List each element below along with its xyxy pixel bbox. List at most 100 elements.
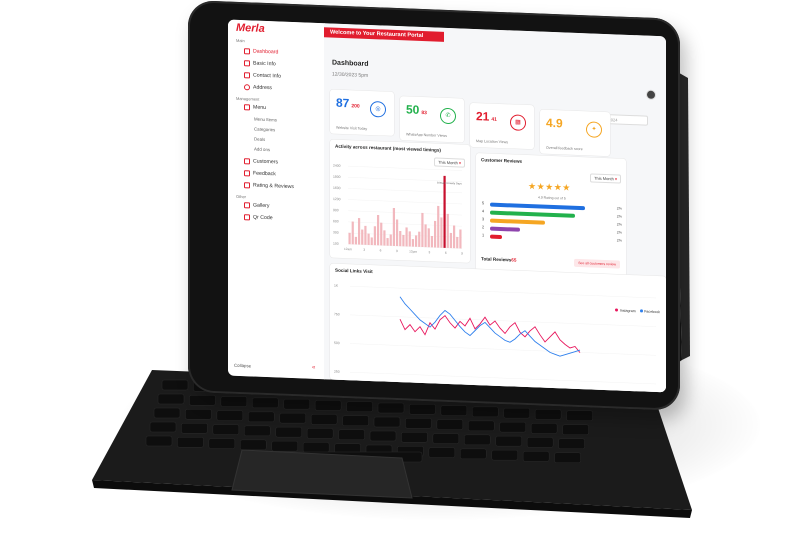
bar[interactable]: [414, 235, 418, 247]
info-icon: [244, 60, 250, 67]
total-reviews: Total Reviews65: [481, 256, 516, 262]
review-star-level: 2: [482, 225, 485, 230]
bar[interactable]: [367, 233, 370, 245]
keyboard-key: [149, 421, 177, 433]
menu-icon: [244, 104, 250, 111]
stat-card-website[interactable]: 87 200 ◎ Website Visit Today: [330, 89, 394, 136]
bar[interactable]: [421, 212, 424, 248]
sidebar-item-address[interactable]: Address: [244, 84, 272, 91]
bar[interactable]: [348, 232, 351, 245]
bar[interactable]: [424, 224, 427, 248]
sidebar-item-label: Dashboard: [253, 48, 279, 56]
bar[interactable]: [383, 230, 386, 246]
keyboard-key: [464, 434, 491, 446]
bar[interactable]: [452, 225, 456, 249]
bar[interactable]: [351, 221, 354, 245]
welcome-banner: Welcome to Your Restaurant Portal: [324, 27, 444, 42]
bar[interactable]: [408, 231, 411, 247]
keyboard-key: [338, 429, 365, 440]
y-tick-label: 900: [333, 208, 339, 212]
see-all-reviews-button[interactable]: See all customers review: [574, 258, 620, 269]
phone-icon: [244, 72, 250, 79]
keyboard-key: [271, 440, 298, 452]
bar[interactable]: [386, 238, 389, 246]
x-tick-label: 9: [461, 251, 463, 255]
bar[interactable]: [449, 232, 453, 249]
keyboard-key: [244, 425, 271, 437]
reviews-filter-dropdown[interactable]: This Month ▾: [590, 173, 621, 184]
sidebar-item-rating-reviews[interactable]: Rating & Reviews: [244, 182, 294, 190]
bar[interactable]: [373, 226, 377, 246]
bar[interactable]: [361, 229, 364, 245]
bar-highlight[interactable]: [443, 175, 446, 248]
tablet-bezel: Merla Main Dashboard Basic Info Contact …: [188, 0, 680, 411]
activity-chart-card: Activity across restaurant (most viewed …: [330, 139, 470, 263]
bar[interactable]: [364, 225, 367, 245]
sidebar-subitem-deals[interactable]: Deals: [254, 137, 265, 142]
sidebar-item-qr-code[interactable]: Qr Code: [244, 214, 273, 221]
bar[interactable]: [427, 228, 430, 248]
stat-label: Website Visit Today: [336, 125, 368, 131]
collapse-button[interactable]: Collapse: [234, 363, 251, 369]
bar[interactable]: [376, 214, 380, 246]
bar[interactable]: [430, 235, 434, 248]
bar[interactable]: [433, 220, 437, 248]
sidebar-subitem-menu-items[interactable]: Menu Items: [254, 117, 277, 123]
globe-icon: ◎: [370, 100, 386, 118]
bar[interactable]: [380, 222, 383, 246]
bar[interactable]: [395, 219, 399, 247]
grid-line: [350, 372, 656, 385]
sidebar-item-basic-info[interactable]: Basic Info: [244, 60, 276, 67]
bar[interactable]: [446, 213, 449, 249]
bar[interactable]: [392, 207, 396, 246]
series-line-instagram[interactable]: [399, 314, 581, 353]
sidebar-group-other: Other: [236, 193, 247, 200]
customer-reviews-card: Customer Reviews This Month ▾ ★★★★★ 4.9 …: [476, 153, 626, 277]
keyboard-key: [428, 447, 456, 458]
page-date: 12/30/2023 5pm: [332, 71, 369, 79]
brand-logo: Merla: [236, 21, 265, 35]
stat-value: 4.9: [546, 115, 563, 131]
y-tick-label: 600: [333, 219, 339, 223]
bar[interactable]: [418, 231, 421, 247]
review-percent: 2%: [616, 214, 622, 219]
y-tick-label: 250: [334, 370, 340, 374]
bar[interactable]: [389, 234, 392, 246]
bar[interactable]: [399, 230, 402, 247]
bar[interactable]: [405, 227, 408, 247]
sidebar-item-label: Customers: [253, 158, 279, 166]
keyboard-key: [153, 407, 181, 419]
bar[interactable]: [370, 237, 373, 246]
collapse-chevrons-icon[interactable]: «: [312, 365, 315, 371]
sidebar-item-feedback[interactable]: Feedback: [244, 170, 276, 177]
review-percent: 2%: [616, 222, 622, 227]
sidebar-item-menu[interactable]: Menu: [244, 104, 266, 111]
keyboard-key: [558, 438, 585, 449]
keyboard-key: [157, 393, 185, 405]
sidebar-item-dashboard[interactable]: Dashboard: [244, 48, 278, 55]
series-line-facebook[interactable]: [399, 296, 581, 357]
sidebar-item-contact-info[interactable]: Contact Info: [244, 72, 281, 80]
stat-card-whatsapp[interactable]: 50 83 ✆ WhatsApp Number Views: [400, 96, 464, 143]
sidebar-item-customers[interactable]: Customers: [244, 158, 278, 165]
bar[interactable]: [459, 229, 462, 249]
bar[interactable]: [402, 234, 405, 247]
stat-card-map[interactable]: 21 41 ▦ Map Location Views: [470, 102, 534, 150]
review-bar: [490, 234, 502, 240]
keyboard-key: [495, 435, 522, 447]
review-bar: [490, 218, 545, 225]
sidebar-subitem-categories[interactable]: Categories: [254, 127, 275, 133]
bar[interactable]: [440, 217, 443, 248]
sidebar-subitem-add-ons[interactable]: Add ons: [254, 147, 270, 153]
sidebar: Merla Main Dashboard Basic Info Contact …: [228, 19, 325, 380]
bar[interactable]: [357, 218, 361, 245]
avatar[interactable]: [646, 89, 656, 100]
bar[interactable]: [437, 205, 440, 248]
tablet-screen: Merla Main Dashboard Basic Info Contact …: [228, 19, 666, 393]
bar[interactable]: [456, 236, 459, 249]
y-tick-label: 1K: [334, 284, 339, 288]
stat-card-feedback-score[interactable]: 4.9 ✦ Overall feedback score: [540, 109, 610, 157]
bar[interactable]: [354, 236, 358, 245]
bar[interactable]: [411, 239, 415, 247]
sidebar-item-gallery[interactable]: Gallery: [244, 202, 269, 209]
